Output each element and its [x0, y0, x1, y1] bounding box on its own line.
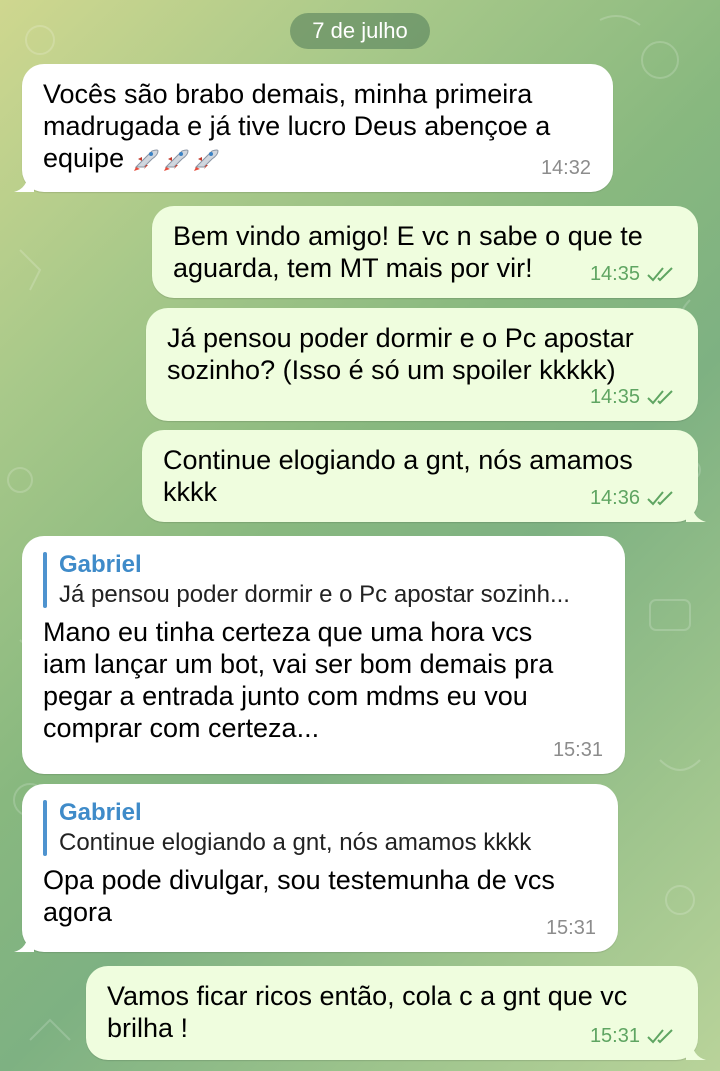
message-text: Vocês são brabo demais, minha primeira m… — [43, 79, 551, 173]
message-bubble-outgoing[interactable]: Bem vindo amigo! E vc n sabe o que te ag… — [152, 206, 698, 298]
message-text: Mano eu tinha certeza que uma hora vcs i… — [43, 617, 554, 743]
rocket-icon — [193, 149, 219, 171]
double-check-icon — [647, 491, 673, 506]
message-text: Opa pode divulgar, sou testemunha de vcs… — [43, 865, 555, 927]
bubble-tail — [14, 932, 34, 952]
rocket-icon — [133, 149, 159, 171]
bubble-tail — [14, 172, 34, 192]
message-bubble-outgoing[interactable]: Continue elogiando a gnt, nós amamos kkk… — [142, 430, 706, 522]
reply-quote[interactable]: Gabriel Continue elogiando a gnt, nós am… — [43, 798, 598, 858]
reply-quote[interactable]: Gabriel Já pensou poder dormir e o Pc ap… — [43, 550, 605, 610]
rocket-emoji-group — [124, 143, 222, 173]
message-time: 15:31 — [552, 739, 603, 761]
reply-preview-text: Continue elogiando a gnt, nós amamos kkk… — [59, 829, 532, 856]
message-time: 14:35 — [589, 386, 640, 408]
message-text: Já pensou poder dormir e o Pc apostar so… — [167, 323, 634, 385]
message-meta: 14:32 — [541, 152, 591, 184]
message-meta: 14:36 — [590, 482, 676, 514]
message-meta: 15:31 — [553, 734, 603, 766]
message-time: 15:31 — [589, 1025, 640, 1047]
message-bubble-incoming[interactable]: Gabriel Continue elogiando a gnt, nós am… — [14, 784, 618, 952]
double-check-icon — [647, 1029, 673, 1044]
message-bubble-outgoing[interactable]: Vamos ficar ricos então, cola c a gnt qu… — [86, 966, 706, 1060]
message-meta: 14:35 — [590, 258, 676, 290]
message-time: 15:31 — [545, 917, 596, 939]
reply-sender-name: Gabriel — [59, 551, 142, 578]
reply-preview-text: Já pensou poder dormir e o Pc apostar so… — [59, 581, 570, 608]
double-check-icon — [647, 390, 673, 405]
date-separator: 7 de julho — [290, 13, 430, 49]
message-time: 14:35 — [589, 263, 640, 285]
bubble-tail — [686, 502, 706, 522]
message-bubble-incoming[interactable]: Vocês são brabo demais, minha primeira m… — [14, 64, 613, 192]
message-meta: 15:31 — [590, 1020, 676, 1052]
bubble-tail — [686, 1040, 706, 1060]
message-time: 14:36 — [589, 487, 640, 509]
rocket-icon — [163, 149, 189, 171]
double-check-icon — [647, 267, 673, 282]
message-bubble-incoming[interactable]: Gabriel Já pensou poder dormir e o Pc ap… — [22, 536, 625, 774]
message-bubble-outgoing[interactable]: Já pensou poder dormir e o Pc apostar so… — [146, 308, 698, 421]
message-meta: 15:31 — [546, 912, 596, 944]
reply-sender-name: Gabriel — [59, 799, 142, 826]
message-time: 14:32 — [540, 157, 591, 179]
message-meta: 14:35 — [590, 381, 676, 413]
